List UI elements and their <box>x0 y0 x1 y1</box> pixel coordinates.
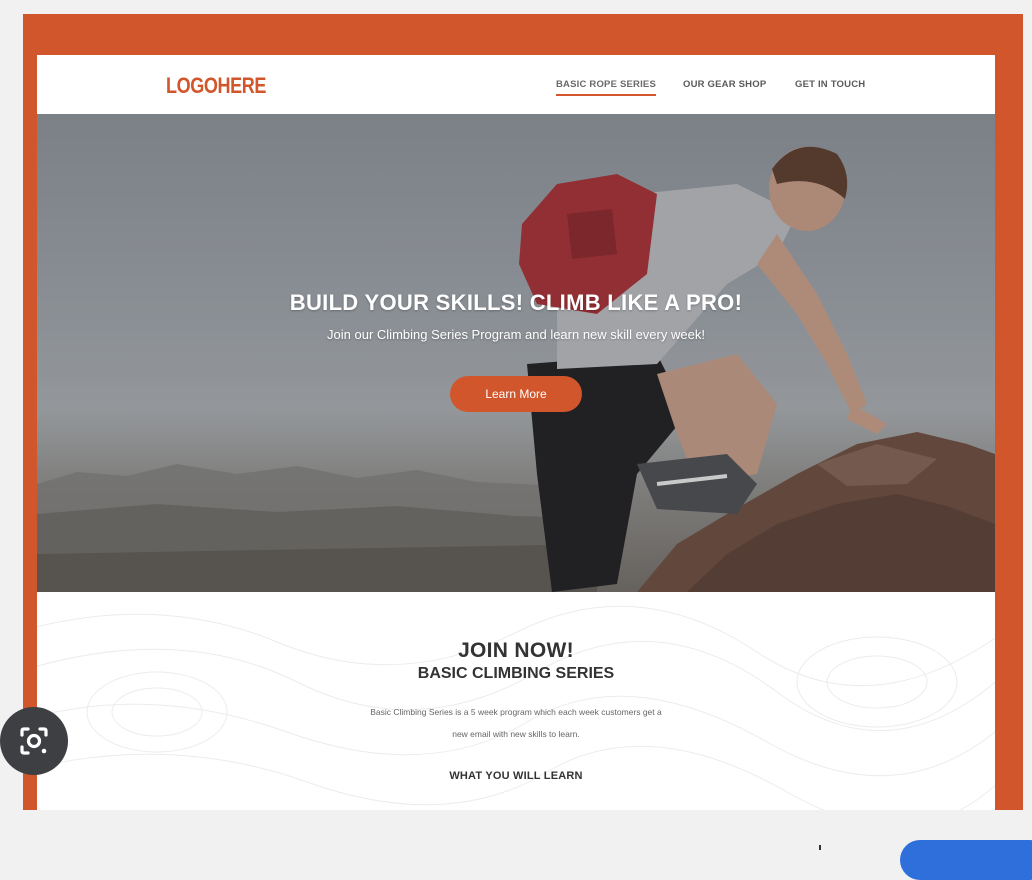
hero-title: BUILD YOUR SKILLS! CLIMB LIKE A PRO! <box>289 290 743 315</box>
site-header: LOGOHERE BASIC ROPE SERIES OUR GEAR SHOP… <box>37 55 995 114</box>
action-button[interactable] <box>900 840 1032 880</box>
join-section: JOIN NOW! BASIC CLIMBING SERIES Basic Cl… <box>37 592 995 810</box>
google-lens-icon <box>20 727 48 755</box>
website-mockup: LOGOHERE BASIC ROPE SERIES OUR GEAR SHOP… <box>37 55 995 810</box>
divider-mark <box>819 845 821 850</box>
image-viewer: LOGOHERE BASIC ROPE SERIES OUR GEAR SHOP… <box>0 0 1032 880</box>
learn-heading: WHAT YOU WILL LEARN <box>449 770 583 782</box>
google-lens-button[interactable] <box>0 707 68 775</box>
section-title: JOIN NOW! <box>458 639 574 662</box>
nav-item-get-in-touch[interactable]: GET IN TOUCH <box>795 79 865 90</box>
hero-subtitle: Join our Climbing Series Program and lea… <box>327 327 705 342</box>
nav-item-basic-rope-series[interactable]: BASIC ROPE SERIES <box>556 79 657 96</box>
section-description: Basic Climbing Series is a 5 week progra… <box>337 701 695 745</box>
nav-item-our-gear-shop[interactable]: OUR GEAR SHOP <box>683 79 766 90</box>
hero-section: BUILD YOUR SKILLS! CLIMB LIKE A PRO! Joi… <box>37 114 995 592</box>
description-line: Basic Climbing Series is a 5 week progra… <box>370 707 662 717</box>
learn-more-button[interactable]: Learn More <box>450 376 582 412</box>
nav-item-label: GET IN TOUCH <box>795 79 866 90</box>
nav-item-label: BASIC ROPE SERIES <box>556 79 657 90</box>
hero-climber-image <box>37 114 995 592</box>
section-subtitle: BASIC CLIMBING SERIES <box>417 665 615 682</box>
logo[interactable]: LOGOHERE <box>166 73 266 99</box>
nav-item-label: OUR GEAR SHOP <box>683 79 767 90</box>
active-nav-underline <box>556 94 657 96</box>
description-line: new email with new skills to learn. <box>452 729 580 739</box>
